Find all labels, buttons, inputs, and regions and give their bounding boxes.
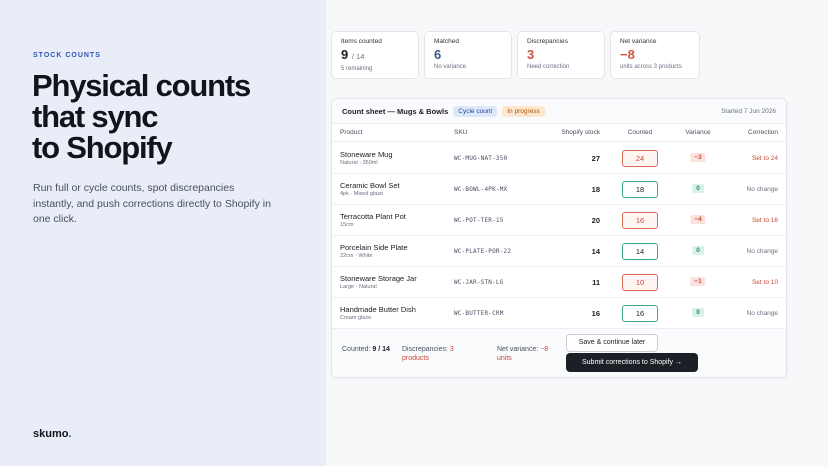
product-sku: WC-MUG-NAT-350 xyxy=(454,155,508,162)
correction-text: Set to 24 xyxy=(751,155,778,162)
stat-label: Items counted xyxy=(341,38,382,45)
product-variant: 4pk · Mixed glaze xyxy=(340,191,384,197)
stat-discrepancies: Discrepancies 3 Need correction xyxy=(517,31,605,79)
product-sku: WC-BOWL-4PK-MX xyxy=(454,186,508,193)
correction-text: No change xyxy=(746,310,778,317)
product-name: Porcelain Side Plate xyxy=(340,243,408,252)
stat-suffix: / 14 xyxy=(351,52,365,61)
product-sku: WC-POT-TER-15 xyxy=(454,217,504,224)
stat-number: 6 xyxy=(434,47,442,62)
counted-input[interactable]: 16 xyxy=(622,305,658,322)
correction-text: Set to 10 xyxy=(751,279,778,286)
count-sheet-title: Count sheet — Mugs & Bowls xyxy=(342,106,449,116)
correction-text: No change xyxy=(746,186,778,193)
stat-label: Matched xyxy=(434,38,459,45)
footer-counted: Counted: 9 / 14 xyxy=(342,345,390,354)
product-sku: WC-BUTTER-CRM xyxy=(454,310,504,317)
variance-badge: 0 xyxy=(692,308,704,317)
col-counted: Counted xyxy=(627,129,653,136)
table-header: Product SKU Shopify stock Counted Varian… xyxy=(332,124,786,142)
product-sku: WC-PLATE-POR-22 xyxy=(454,248,512,255)
shopify-stock: 11 xyxy=(592,278,600,287)
col-shopify-stock: Shopify stock xyxy=(561,129,600,136)
footer-counted-label: Counted: xyxy=(342,346,371,353)
headline-line-2: that sync xyxy=(32,99,158,134)
footer-net-variance: Net variance: −8 units xyxy=(497,345,559,363)
shopify-stock: 16 xyxy=(591,309,600,318)
footer-discrepancies: Discrepancies: 3 products xyxy=(402,345,472,363)
footer-counted-value: 9 / 14 xyxy=(372,346,390,353)
stat-note: 5 remaining xyxy=(341,66,373,72)
col-correction: Correction xyxy=(748,129,778,136)
table-row: Stoneware Mug Natural · 350ml WC-MUG-NAT… xyxy=(332,143,786,174)
product-name: Terracotta Plant Pot xyxy=(340,212,406,221)
counted-input[interactable]: 14 xyxy=(622,243,658,260)
counted-input[interactable]: 16 xyxy=(622,212,658,229)
stat-note: units across 3 products xyxy=(620,64,682,70)
product-variant: 22cm · White xyxy=(340,253,373,259)
counted-input[interactable]: 24 xyxy=(622,150,658,167)
correction-text: Set to 16 xyxy=(751,217,778,224)
brand-name: skumo xyxy=(33,428,69,440)
started-date: Started 7 Jun 2026 xyxy=(721,107,776,115)
stat-items-counted: Items counted 9 / 14 5 remaining xyxy=(331,31,419,79)
footer-net-label: Net variance: xyxy=(497,346,539,353)
shopify-stock: 27 xyxy=(591,154,600,163)
variance-badge: −4 xyxy=(690,215,706,224)
count-sheet-header: Count sheet — Mugs & Bowls Cycle count I… xyxy=(332,99,786,124)
product-name: Stoneware Mug xyxy=(340,150,393,159)
stat-net-variance: Net variance −8 units across 3 products xyxy=(610,31,700,79)
product-sku: WC-JAR-STN-LG xyxy=(454,279,504,286)
stat-note: Need correction xyxy=(527,64,570,70)
col-sku: SKU xyxy=(454,129,468,136)
table-row: Handmade Butter Dish Cream glaze WC-BUTT… xyxy=(332,298,786,329)
shopify-stock: 20 xyxy=(591,216,600,225)
product-name: Stoneware Storage Jar xyxy=(340,274,417,283)
stat-number: −8 xyxy=(620,47,635,62)
count-type-badge: Cycle count xyxy=(453,105,498,117)
save-continue-button[interactable]: Save & continue later xyxy=(566,334,658,352)
variance-badge: 0 xyxy=(692,184,704,193)
table-row: Ceramic Bowl Set 4pk · Mixed glaze WC-BO… xyxy=(332,174,786,205)
stat-label: Net variance xyxy=(620,38,657,45)
headline-line-3: to Shopify xyxy=(32,130,173,165)
product-variant: Natural · 350ml xyxy=(340,160,378,166)
variance-badge: −3 xyxy=(690,153,706,162)
stat-number: 3 xyxy=(527,47,535,62)
hero-panel: STOCK COUNTS Physical counts that sync t… xyxy=(0,0,326,466)
counted-input[interactable]: 10 xyxy=(622,274,658,291)
col-variance: Variance xyxy=(685,129,711,136)
product-variant: Large · Natural xyxy=(340,284,377,290)
page-title: Physical counts that sync to Shopify xyxy=(32,70,322,163)
stat-number: 9 xyxy=(341,47,349,62)
status-badge: In progress xyxy=(502,105,545,117)
table-row: Porcelain Side Plate 22cm · White WC-PLA… xyxy=(332,236,786,267)
stat-label: Discrepancies xyxy=(527,38,568,45)
brand-dot: . xyxy=(68,428,72,440)
variance-badge: 0 xyxy=(692,246,704,255)
shopify-stock: 14 xyxy=(591,247,600,256)
shopify-stock: 18 xyxy=(591,185,600,194)
stat-matched: Matched 6 No variance xyxy=(424,31,512,79)
hero-subtitle: Run full or cycle counts, spot discrepan… xyxy=(33,182,271,225)
brand-logo: skumo. xyxy=(33,428,72,440)
headline-line-1: Physical counts xyxy=(32,68,251,103)
stat-note: No variance xyxy=(434,64,467,70)
sheet-footer: Counted: 9 / 14 Discrepancies: 3 product… xyxy=(332,328,786,377)
submit-corrections-button[interactable]: Submit corrections to Shopify → xyxy=(566,353,698,372)
footer-disc-label: Discrepancies: xyxy=(402,346,448,353)
count-sheet-card: Count sheet — Mugs & Bowls Cycle count I… xyxy=(331,98,787,378)
product-name: Ceramic Bowl Set xyxy=(340,181,400,190)
correction-text: No change xyxy=(746,248,778,255)
stat-value: 9 / 14 xyxy=(341,48,409,64)
counted-input[interactable]: 18 xyxy=(622,181,658,198)
eyebrow-label: STOCK COUNTS xyxy=(33,52,101,59)
col-product: Product xyxy=(340,129,363,136)
table-row: Terracotta Plant Pot 15cm WC-POT-TER-15 … xyxy=(332,205,786,236)
product-variant: Cream glaze xyxy=(340,315,372,321)
product-variant: 15cm xyxy=(340,222,354,228)
table-row: Stoneware Storage Jar Large · Natural WC… xyxy=(332,267,786,298)
variance-badge: −1 xyxy=(690,277,706,286)
product-name: Handmade Butter Dish xyxy=(340,305,416,314)
